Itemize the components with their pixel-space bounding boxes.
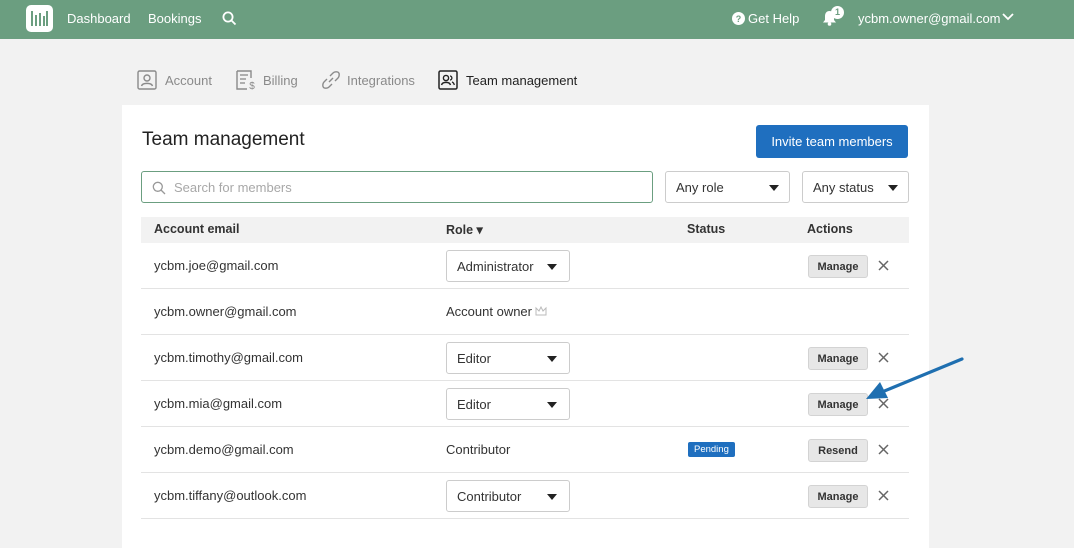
table-row: ycbm.timothy@gmail.com Editor Manage	[141, 335, 909, 381]
member-email: ycbm.joe@gmail.com	[154, 258, 279, 273]
role-select-value: Editor	[457, 351, 491, 366]
role-text: Contributor	[446, 442, 511, 457]
nav-bookings[interactable]: Bookings	[148, 11, 201, 26]
column-header-email: Account email	[154, 222, 240, 236]
role-filter-dropdown[interactable]: Any role	[665, 171, 790, 203]
tab-label: Account	[165, 73, 212, 88]
table-row: ycbm.demo@gmail.com Contributor Pending …	[141, 427, 909, 473]
resend-button[interactable]: Resend	[808, 439, 868, 462]
chevron-down-icon[interactable]	[1002, 13, 1014, 21]
table-row: ycbm.joe@gmail.com Administrator Manage	[141, 243, 909, 289]
role-select-value: Administrator	[457, 259, 534, 274]
tab-team-management[interactable]: Team management	[438, 70, 583, 92]
remove-icon[interactable]	[878, 444, 889, 455]
team-icon	[438, 70, 458, 90]
member-email: ycbm.tiffany@outlook.com	[154, 488, 307, 503]
column-header-status: Status	[687, 222, 726, 236]
search-members-field[interactable]	[141, 171, 653, 203]
search-input[interactable]	[174, 178, 634, 196]
status-filter-value: Any status	[813, 180, 874, 195]
svg-text:$: $	[249, 81, 255, 92]
role-select[interactable]: Contributor	[446, 480, 570, 512]
role-filter-value: Any role	[676, 180, 724, 195]
member-email: ycbm.mia@gmail.com	[154, 396, 283, 411]
invite-team-members-button[interactable]: Invite team members	[756, 125, 908, 158]
svg-text:?: ?	[736, 14, 742, 24]
table-header: Account email Role ▾ Status Actions	[141, 217, 909, 243]
status-filter-dropdown[interactable]: Any status	[802, 171, 909, 203]
column-header-actions: Actions	[807, 222, 853, 236]
caret-down-icon	[547, 402, 557, 408]
role-select-value: Contributor	[457, 489, 522, 504]
billing-icon: $	[236, 70, 255, 92]
nav-dashboard[interactable]: Dashboard	[67, 11, 131, 26]
manage-button[interactable]: Manage	[808, 485, 868, 508]
caret-down-icon	[888, 185, 898, 191]
role-select[interactable]: Editor	[446, 388, 570, 420]
remove-icon[interactable]	[878, 490, 889, 501]
remove-icon[interactable]	[878, 352, 889, 363]
caret-down-icon	[547, 356, 557, 362]
member-email: ycbm.timothy@gmail.com	[154, 350, 304, 365]
column-header-role[interactable]: Role ▾	[446, 222, 483, 237]
caret-down-icon	[547, 264, 557, 270]
top-navbar: Dashboard Bookings ? Get Help 1 ycbm.own…	[0, 0, 1074, 39]
tab-label: Billing	[263, 73, 298, 88]
app-logo[interactable]	[26, 5, 53, 32]
caret-down-icon	[769, 185, 779, 191]
manage-button[interactable]: Manage	[808, 347, 868, 370]
search-icon[interactable]	[222, 11, 237, 26]
remove-icon[interactable]	[878, 398, 889, 409]
remove-icon[interactable]	[878, 260, 889, 271]
account-icon	[137, 70, 157, 90]
role-select[interactable]: Administrator	[446, 250, 570, 282]
table-row: ycbm.mia@gmail.com Editor Manage	[141, 381, 909, 427]
logo-icon	[31, 11, 48, 26]
table-row: ycbm.owner@gmail.com Account owner	[141, 289, 909, 335]
get-help-link[interactable]: Get Help	[748, 11, 799, 26]
user-email-menu[interactable]: ycbm.owner@gmail.com	[858, 11, 1001, 26]
tab-integrations[interactable]: Integrations	[321, 70, 421, 92]
tab-account[interactable]: Account	[137, 70, 217, 92]
tab-label: Integrations	[347, 73, 415, 88]
status-badge: Pending	[688, 442, 735, 457]
role-text: Account owner	[446, 304, 532, 319]
page-title: Team management	[142, 129, 305, 150]
team-management-card: Team management Invite team members Any …	[122, 105, 929, 548]
integrations-icon	[322, 71, 340, 89]
caret-down-icon	[547, 494, 557, 500]
crown-icon	[535, 306, 547, 316]
manage-button[interactable]: Manage	[808, 393, 868, 416]
search-icon	[152, 181, 166, 195]
tab-label: Team management	[466, 73, 578, 88]
member-email: ycbm.demo@gmail.com	[154, 442, 294, 457]
notification-badge: 1	[831, 6, 844, 19]
help-icon[interactable]: ?	[732, 12, 745, 25]
manage-button[interactable]: Manage	[808, 255, 868, 278]
tab-billing[interactable]: $ Billing	[235, 70, 303, 92]
member-email: ycbm.owner@gmail.com	[154, 304, 297, 319]
role-select[interactable]: Editor	[446, 342, 570, 374]
role-select-value: Editor	[457, 397, 491, 412]
table-row: ycbm.tiffany@outlook.com Contributor Man…	[141, 473, 909, 519]
